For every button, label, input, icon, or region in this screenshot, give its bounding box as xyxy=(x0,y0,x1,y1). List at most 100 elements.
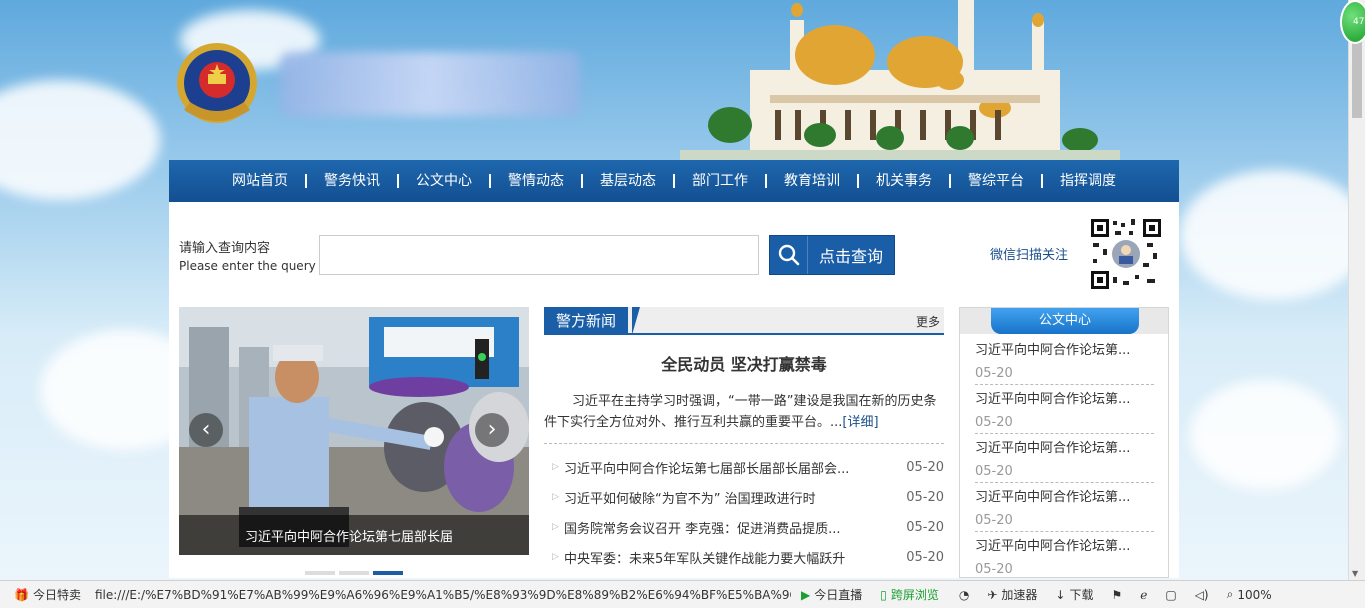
docs-tab[interactable]: 公文中心 xyxy=(991,308,1139,334)
headline-detail-link[interactable]: [详细] xyxy=(842,415,878,430)
download-label: 下载 xyxy=(1069,588,1094,602)
search-input[interactable] xyxy=(319,235,759,275)
bullet-icon: ▷ xyxy=(552,492,559,502)
docs-item-title[interactable]: 习近平向中阿合作论坛第... xyxy=(975,540,1154,554)
bullet-icon: ▷ xyxy=(552,552,559,562)
accelerator-label: 加速器 xyxy=(1001,588,1038,602)
today-deals-label: 今日特卖 xyxy=(32,588,81,602)
slider-prev-button[interactable]: ‹ xyxy=(189,413,223,447)
zoom-icon: ⌕ xyxy=(1226,587,1234,601)
docs-item-title[interactable]: 习近平向中阿合作论坛第... xyxy=(975,442,1154,456)
scroll-down-icon[interactable]: ▼ xyxy=(1352,569,1358,578)
search-label: 请输入查询内容 xyxy=(179,241,271,256)
qr-code-icon xyxy=(1089,217,1163,291)
news-item-title[interactable]: 中央军委：未来5年军队关键作战能力要大幅跃升 xyxy=(564,548,902,567)
nav-item-police-news[interactable]: 警务快讯 xyxy=(307,160,397,202)
news-more-link[interactable]: 更多 xyxy=(916,313,940,330)
cloud-decoration xyxy=(1190,380,1340,490)
docs-item-date: 05-20 xyxy=(975,415,1154,434)
docs-item-title[interactable]: 习近平向中阿合作论坛第... xyxy=(975,344,1154,358)
docs-list-item[interactable]: 习近平向中阿合作论坛第... 05-20 xyxy=(975,540,1154,578)
phone-icon: ▯ xyxy=(880,587,887,602)
nav-item-home[interactable]: 网站首页 xyxy=(215,160,305,202)
news-list-item[interactable]: ▷ 国务院常务会议召开 李克强：促进消费品提质... 05-20 xyxy=(544,512,944,542)
docs-list-item[interactable]: 习近平向中阿合作论坛第... 05-20 xyxy=(975,344,1154,385)
docs-header: 公文中心 xyxy=(960,308,1168,334)
live-label: 今日直播 xyxy=(814,588,863,602)
flag-icon[interactable]: ⚑ xyxy=(1111,588,1122,602)
docs-list-item[interactable]: 习近平向中阿合作论坛第... 05-20 xyxy=(975,393,1154,434)
status-url: file:///E:/%E7%BD%91%E7%AB%99%E9%A6%96%E… xyxy=(94,587,791,602)
speed-badge[interactable]: 47 xyxy=(1340,0,1365,44)
docs-list-item[interactable]: 习近平向中阿合作论坛第... 05-20 xyxy=(975,442,1154,483)
news-list-item[interactable]: ▷ 中央军委：未来5年军队关键作战能力要大幅跃升 05-20 xyxy=(544,542,944,572)
cross-screen-button[interactable]: ▯ 跨屏浏览 xyxy=(880,586,939,603)
docs-item-title[interactable]: 习近平向中阿合作论坛第... xyxy=(975,393,1154,407)
nav-item-platform[interactable]: 警综平台 xyxy=(951,160,1041,202)
bullet-icon: ▷ xyxy=(552,522,559,532)
today-deals-button[interactable]: 🎁 今日特卖 xyxy=(0,586,81,603)
news-list-item[interactable]: ▷ 习近平向中阿合作论坛第七届部长届部长届部会... 05-20 xyxy=(544,452,944,482)
volume-icon[interactable]: ◁) xyxy=(1195,588,1209,602)
docs-item-date: 05-20 xyxy=(975,562,1154,577)
image-slider[interactable]: ‹ › 习近平向中阿合作论坛第七届部长届 xyxy=(179,307,529,555)
scrollbar-thumb[interactable] xyxy=(1352,38,1362,118)
slider-caption[interactable]: 习近平向中阿合作论坛第七届部长届 xyxy=(245,526,453,545)
accelerator-button[interactable]: ✈ 加速器 xyxy=(987,586,1037,603)
slider-dot[interactable] xyxy=(305,571,335,575)
cross-screen-label: 跨屏浏览 xyxy=(890,588,939,602)
browser-ie-icon[interactable]: ℯ xyxy=(1140,588,1147,602)
slider-next-button[interactable]: › xyxy=(475,413,509,447)
cloud-decoration xyxy=(1180,170,1365,300)
nav-item-training[interactable]: 教育培训 xyxy=(767,160,857,202)
mosque-banner-image xyxy=(680,0,1120,160)
zoom-button[interactable]: ⌕ 100% xyxy=(1227,587,1272,602)
news-item-date: 05-20 xyxy=(906,519,944,535)
wechat-follow-label: 微信扫描关注 xyxy=(990,248,1069,263)
search-label-english: Please enter the query xyxy=(179,259,316,273)
docs-list-item[interactable]: 习近平向中阿合作论坛第... 05-20 xyxy=(975,491,1154,532)
headline-summary: 习近平在主持学习时强调，“一带一路”建设是我国在新的历史条件下实行全方位对外、推… xyxy=(544,391,944,433)
nav-item-documents[interactable]: 公文中心 xyxy=(399,160,489,202)
docs-item-date: 05-20 xyxy=(975,464,1154,483)
play-circle-icon: ▶ xyxy=(800,587,811,602)
slider-dot-active[interactable] xyxy=(373,571,403,575)
window-icon[interactable]: ▢ xyxy=(1165,588,1176,602)
headline-title[interactable]: 全民动员 坚决打赢禁毒 xyxy=(544,351,944,375)
news-divider xyxy=(544,443,944,444)
download-icon: ↓ xyxy=(1055,587,1066,602)
nav-item-grassroots[interactable]: 基层动态 xyxy=(583,160,673,202)
slider-pagination xyxy=(305,571,403,575)
download-button[interactable]: ↓ 下载 xyxy=(1055,586,1093,603)
site-header xyxy=(0,0,1348,160)
docs-item-date: 05-20 xyxy=(975,366,1154,385)
vertical-scrollbar[interactable]: ▲ ▼ xyxy=(1348,0,1365,580)
news-item-date: 05-20 xyxy=(906,549,944,565)
news-item-date: 05-20 xyxy=(906,489,944,505)
news-item-date: 05-20 xyxy=(906,459,944,475)
rocket-icon: ✈ xyxy=(987,587,998,602)
news-header: 警方新闻 更多 xyxy=(544,307,944,335)
document-center-panel: 公文中心 习近平向中阿合作论坛第... 05-20 习近平向中阿合作论坛第...… xyxy=(959,307,1169,578)
news-list: ▷ 习近平向中阿合作论坛第七届部长届部长届部会... 05-20 ▷ 习近平如何… xyxy=(544,452,944,572)
zoom-label: 100% xyxy=(1237,587,1272,602)
nav-item-affairs[interactable]: 机关事务 xyxy=(859,160,949,202)
search-button[interactable]: 点击查询 xyxy=(769,235,895,275)
bullet-icon: ▷ xyxy=(552,462,559,472)
site-title-blurred xyxy=(280,52,580,116)
news-item-title[interactable]: 国务院常务会议召开 李克强：促进消费品提质... xyxy=(564,518,902,537)
nav-item-departments[interactable]: 部门工作 xyxy=(675,160,765,202)
police-emblem-icon xyxy=(177,43,257,123)
news-item-title[interactable]: 习近平如何破除“为官不为” 治国理政进行时 xyxy=(564,488,902,507)
news-item-title[interactable]: 习近平向中阿合作论坛第七届部长届部长届部会... xyxy=(564,458,902,477)
history-icon[interactable]: ◔ xyxy=(959,588,969,602)
news-list-item[interactable]: ▷ 习近平如何破除“为官不为” 治国理政进行时 05-20 xyxy=(544,482,944,512)
slider-dot[interactable] xyxy=(339,571,369,575)
content-panel: 请输入查询内容 Please enter the query 点击查询 微信扫描… xyxy=(169,202,1179,578)
live-button[interactable]: ▶ 今日直播 xyxy=(801,586,862,603)
nav-item-incidents[interactable]: 警情动态 xyxy=(491,160,581,202)
docs-item-title[interactable]: 习近平向中阿合作论坛第... xyxy=(975,491,1154,505)
nav-item-dispatch[interactable]: 指挥调度 xyxy=(1043,160,1133,202)
news-tab[interactable]: 警方新闻 xyxy=(544,307,629,335)
news-tab-notch xyxy=(632,307,640,335)
